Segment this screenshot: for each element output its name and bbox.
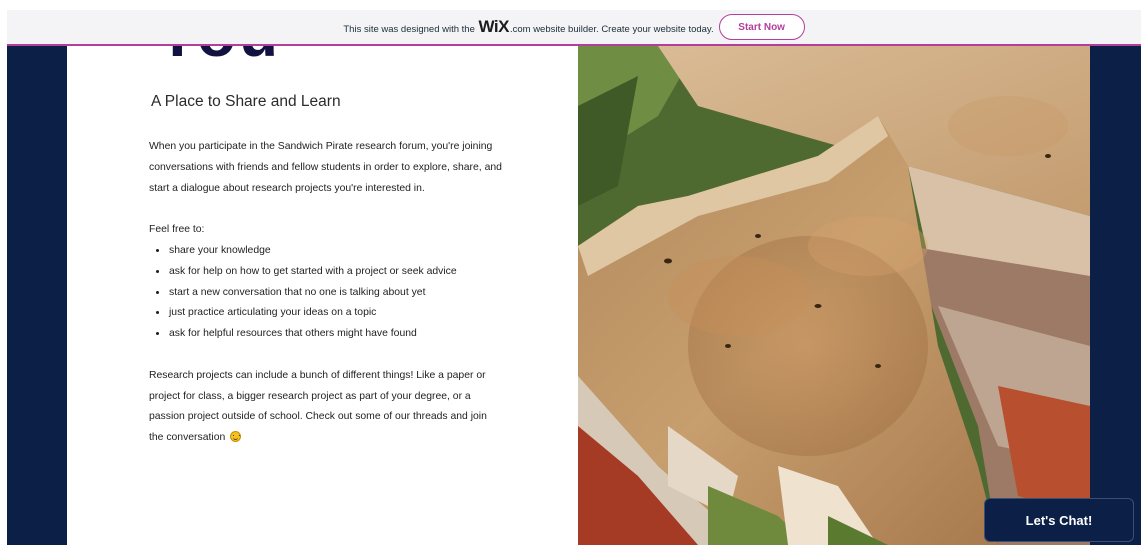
intro-paragraph: When you participate in the Sandwich Pir…	[149, 141, 502, 194]
list-item: just practice articulating your ideas on…	[168, 303, 509, 324]
outro-paragraph: Research projects can include a bunch of…	[149, 366, 499, 449]
right-navy-margin	[1090, 46, 1141, 545]
wix-logo: WiX	[478, 17, 510, 36]
left-navy-margin	[7, 46, 67, 545]
page-heading: You	[156, 46, 281, 66]
lets-chat-button[interactable]: Let's Chat!	[984, 498, 1134, 542]
wix-promo-text-after: .com website builder. Create your websit…	[509, 24, 714, 35]
start-now-button[interactable]: Start Now	[718, 14, 805, 40]
wix-promo-text-before: This site was designed with the	[343, 24, 475, 35]
wix-promo-banner: This site was designed with the WiX .com …	[7, 10, 1141, 46]
outro-text: Research projects can include a bunch of…	[149, 369, 487, 444]
list-item: share your knowledge	[168, 241, 509, 262]
body-text: When you participate in the Sandwich Pir…	[149, 137, 509, 449]
list-item: start a new conversation that no one is …	[168, 283, 509, 304]
list-intro: Feel free to:	[149, 224, 205, 236]
smiling-face-emoji-icon	[230, 431, 242, 443]
section-subheading: A Place to Share and Learn	[151, 93, 341, 110]
sandwich-photo-illustration	[578, 46, 1090, 545]
sandwich-photo	[578, 46, 1090, 545]
feel-free-list: share your knowledge ask for help on how…	[149, 241, 509, 345]
list-item: ask for helpful resources that others mi…	[168, 324, 509, 345]
page: This site was designed with the WiX .com …	[0, 0, 1141, 545]
wix-promo-message: This site was designed with the WiX .com …	[343, 17, 713, 37]
list-item: ask for help on how to get started with …	[168, 262, 509, 283]
content-panel: You A Place to Share and Learn When you …	[67, 46, 578, 545]
